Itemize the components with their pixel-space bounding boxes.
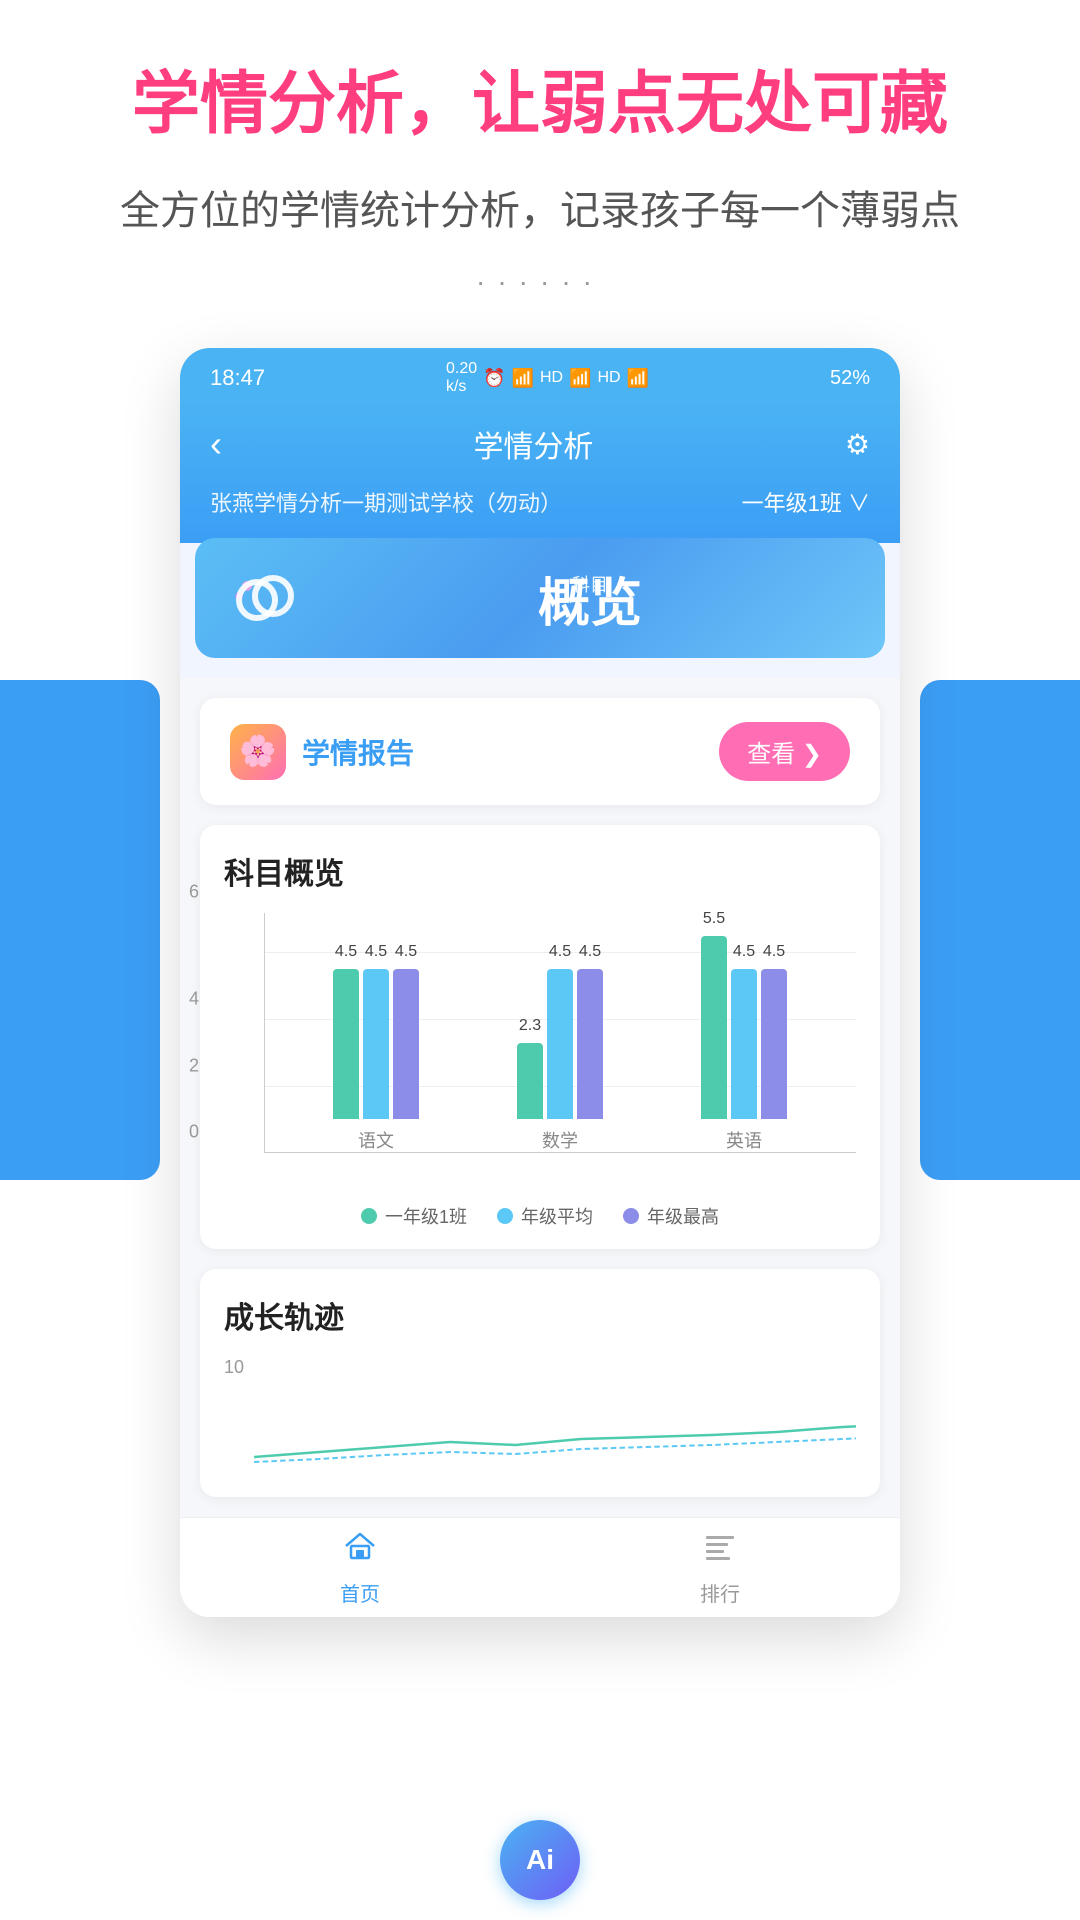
legend-item-max: 年级最高 <box>623 1203 719 1229</box>
growth-y-max: 10 <box>224 1357 244 1378</box>
ranking-icon <box>702 1528 738 1572</box>
back-button[interactable]: ‹ <box>210 423 222 465</box>
nav-label-ranking: 排行 <box>700 1578 740 1607</box>
bar-value-shuxue-blue: 4.5 <box>549 943 571 961</box>
growth-section: 成长轨迹 10 <box>200 1269 880 1497</box>
bar-value-yuwen-blue: 4.5 <box>365 943 387 961</box>
chart-title: 科目概览 <box>224 849 856 893</box>
legend-dot-max <box>623 1208 639 1224</box>
bars-container: 4.5 4.5 4.5 语文 <box>264 913 856 1153</box>
blue-bg-left <box>0 680 160 1180</box>
bar-value-yingyu-green: 5.5 <box>703 910 725 928</box>
y-label-6: 6 <box>189 882 199 903</box>
legend-label-avg: 年级平均 <box>521 1203 593 1229</box>
chart-legend: 一年级1班 年级平均 年级最高 <box>224 1203 856 1229</box>
view-report-button[interactable]: 查看 ❯ <box>719 722 850 781</box>
bar-value-yingyu-purple: 4.5 <box>763 943 785 961</box>
bar-shuxue-purple: 4.5 <box>577 969 603 1119</box>
nav-label-home: 首页 <box>340 1578 380 1607</box>
growth-chart: 10 <box>224 1357 856 1477</box>
signal-icon: 📶 <box>569 368 591 389</box>
report-title: 学情报告 <box>302 732 414 772</box>
hd-label: HD <box>540 369 563 387</box>
bottom-nav: 首页 排行 <box>180 1517 900 1617</box>
network-info: 0.20k/s <box>446 360 477 396</box>
bar-group-shuxue: 2.3 4.5 4.5 数学 <box>517 969 603 1153</box>
bar-value-yuwen-green: 4.5 <box>335 943 357 961</box>
main-content: 🌸 学情报告 查看 ❯ 科目概览 6 4 2 0 <box>180 678 900 1617</box>
ai-button[interactable]: Ai <box>500 1820 580 1900</box>
legend-item-class: 一年级1班 <box>361 1203 467 1229</box>
school-row: 张燕学情分析一期测试学校（勿动） 一年级1班 ∨ <box>210 486 870 518</box>
y-label-0: 0 <box>189 1122 199 1143</box>
bar-shuxue-blue: 4.5 <box>547 969 573 1119</box>
subject-card[interactable]: 科目 概览 <box>195 538 885 658</box>
bar-value-yingyu-blue: 4.5 <box>733 943 755 961</box>
bar-group-yingyu: 5.5 4.5 4.5 英语 <box>701 936 787 1153</box>
settings-button[interactable]: ⚙ <box>845 428 870 461</box>
promo-subtitle: 全方位的学情统计分析，记录孩子每一个薄弱点 <box>40 178 1040 236</box>
app-header: ‹ 学情分析 ⚙ 张燕学情分析一期测试学校（勿动） 一年级1班 ∨ <box>180 402 900 543</box>
status-bar: 18:47 0.20k/s ⏰ 📶 HD 📶 HD 📶 52% <box>180 348 900 402</box>
report-left: 🌸 学情报告 <box>230 724 414 780</box>
alarm-icon: ⏰ <box>483 368 505 389</box>
header-nav: ‹ 学情分析 ⚙ <box>210 422 870 466</box>
bar-value-shuxue-purple: 4.5 <box>579 943 601 961</box>
bar-chart: 6 4 2 0 <box>224 913 856 1193</box>
nav-item-ranking[interactable]: 排行 <box>540 1518 900 1617</box>
battery-indicator: 52% <box>830 367 870 390</box>
report-card: 🌸 学情报告 查看 ❯ <box>200 698 880 805</box>
subject-icon <box>225 558 305 638</box>
y-label-4: 4 <box>189 989 199 1010</box>
bar-label-yuwen: 语文 <box>358 1127 394 1153</box>
legend-dot-class <box>361 1208 377 1224</box>
bar-group-bars-yuwen: 4.5 4.5 4.5 <box>333 969 419 1119</box>
legend-label-max: 年级最高 <box>647 1203 719 1229</box>
bar-value-yuwen-purple: 4.5 <box>395 943 417 961</box>
bar-value-shuxue-green: 2.3 <box>519 1017 541 1035</box>
bar-yuwen-purple: 4.5 <box>393 969 419 1119</box>
bar-group-yuwen: 4.5 4.5 4.5 语文 <box>333 969 419 1153</box>
growth-title: 成长轨迹 <box>224 1293 856 1337</box>
bar-yingyu-green: 5.5 <box>701 936 727 1119</box>
bar-label-shuxue: 数学 <box>542 1127 578 1153</box>
ai-bottom-area: Ai <box>500 1820 580 1900</box>
hd2-label: HD <box>598 369 621 387</box>
home-icon <box>342 1528 378 1572</box>
legend-dot-avg <box>497 1208 513 1224</box>
bar-shuxue-green: 2.3 <box>517 1043 543 1120</box>
bar-label-yingyu: 英语 <box>726 1127 762 1153</box>
dots-decoration: ······ <box>40 266 1040 298</box>
view-btn-label: 查看 ❯ <box>747 734 822 769</box>
wifi-icon: 📶 <box>512 368 534 389</box>
bar-yingyu-blue: 4.5 <box>731 969 757 1119</box>
bar-yuwen-green: 4.5 <box>333 969 359 1119</box>
phone-mockup: 18:47 0.20k/s ⏰ 📶 HD 📶 HD 📶 52% ‹ 学情分析 ⚙… <box>180 348 900 1617</box>
page-title: 学情分析 <box>473 422 593 466</box>
subject-label: 科目 <box>572 571 608 597</box>
report-icon: 🌸 <box>230 724 286 780</box>
blue-bg-right <box>920 680 1080 1180</box>
promo-title: 学情分析，让弱点无处可藏 <box>40 60 1040 148</box>
class-selector[interactable]: 一年级1班 ∨ <box>742 486 870 518</box>
bar-yuwen-blue: 4.5 <box>363 969 389 1119</box>
y-label-2: 2 <box>189 1055 199 1076</box>
bar-group-bars-shuxue: 2.3 4.5 4.5 <box>517 969 603 1119</box>
status-time: 18:47 <box>210 365 265 391</box>
signal2-icon: 📶 <box>627 368 649 389</box>
legend-label-class: 一年级1班 <box>385 1203 467 1229</box>
promo-section: 学情分析，让弱点无处可藏 全方位的学情统计分析，记录孩子每一个薄弱点 ·····… <box>0 0 1080 348</box>
nav-item-home[interactable]: 首页 <box>180 1518 540 1617</box>
legend-item-avg: 年级平均 <box>497 1203 593 1229</box>
status-icons: 0.20k/s ⏰ 📶 HD 📶 HD 📶 <box>446 360 649 396</box>
school-name: 张燕学情分析一期测试学校（勿动） <box>210 486 562 518</box>
chart-section: 科目概览 6 4 2 0 <box>200 825 880 1249</box>
bar-yingyu-purple: 4.5 <box>761 969 787 1119</box>
bar-group-bars-yingyu: 5.5 4.5 4.5 <box>701 936 787 1119</box>
